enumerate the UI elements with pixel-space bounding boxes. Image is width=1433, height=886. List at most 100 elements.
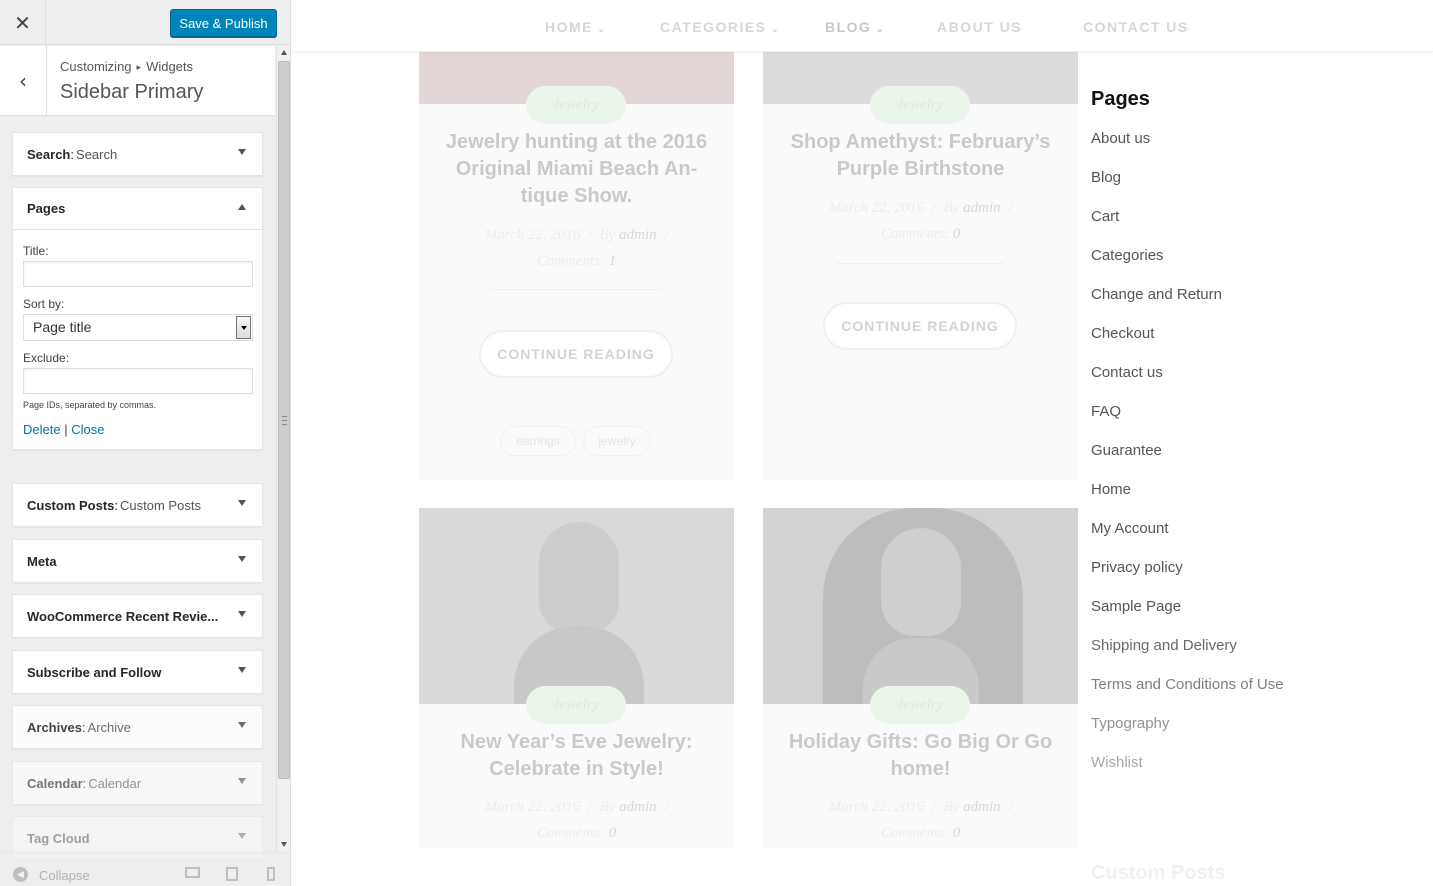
close-customizer-button[interactable]: ✕ bbox=[0, 0, 46, 45]
post-author[interactable]: admin bbox=[619, 799, 657, 815]
expand-arrow-icon[interactable] bbox=[238, 149, 246, 155]
expand-arrow-icon[interactable] bbox=[238, 722, 246, 728]
widget-archives[interactable]: Archives: Archive bbox=[12, 705, 263, 749]
page-link[interactable]: Categories bbox=[1091, 247, 1164, 264]
exclude-input[interactable] bbox=[23, 368, 253, 394]
widget-pages-header[interactable]: Pages bbox=[13, 188, 262, 230]
post-comments-count[interactable]: 0 bbox=[609, 825, 617, 841]
page-link[interactable]: Checkout bbox=[1091, 325, 1154, 342]
portrait-head bbox=[539, 522, 619, 632]
site-preview: Jewelry Jewelry hunting at the 2016 Orig… bbox=[292, 0, 1433, 886]
widget-meta-header[interactable]: Meta bbox=[13, 540, 262, 582]
panel-scrollbar[interactable] bbox=[276, 46, 290, 852]
widget-custom-posts[interactable]: Custom Posts: Custom Posts bbox=[12, 483, 263, 527]
link-separator: | bbox=[64, 422, 68, 437]
collapse-icon[interactable]: ◀ bbox=[13, 867, 28, 882]
collapse-label[interactable]: Collapse bbox=[39, 868, 90, 883]
continue-reading-button[interactable]: CONTINUE READING bbox=[823, 302, 1017, 350]
desktop-preview-icon[interactable] bbox=[185, 867, 200, 878]
page-link[interactable]: Guarantee bbox=[1091, 442, 1162, 459]
page-link[interactable]: Sample Page bbox=[1091, 598, 1181, 615]
tablet-preview-icon[interactable] bbox=[226, 867, 238, 881]
scroll-up-icon[interactable] bbox=[281, 50, 287, 55]
sort-by-select[interactable]: Page title bbox=[23, 314, 253, 341]
widget-search-header[interactable]: Search: Search bbox=[13, 133, 262, 175]
post-tag-pill[interactable]: jewelry bbox=[583, 426, 651, 456]
widget-meta[interactable]: Meta bbox=[12, 539, 263, 583]
post-date: March 22, 2016 bbox=[828, 200, 925, 216]
page-link[interactable]: Change and Return bbox=[1091, 286, 1222, 303]
nav-label: CATEGORIES bbox=[660, 19, 767, 35]
close-link[interactable]: Close bbox=[71, 422, 104, 437]
expand-arrow-icon[interactable] bbox=[238, 500, 246, 506]
page-link[interactable]: Home bbox=[1091, 481, 1131, 498]
widget-archives-header[interactable]: Archives: Archive bbox=[13, 706, 262, 748]
nav-item-categories[interactable]: CATEGORIES ⌄ bbox=[660, 19, 780, 35]
post-author[interactable]: admin bbox=[963, 200, 1001, 216]
post-title[interactable]: Jewelry hunting at the 2016 Original Mia… bbox=[434, 129, 719, 210]
nav-item-about[interactable]: ABOUT US bbox=[937, 19, 1022, 35]
post-title[interactable]: New Year’s Eve Jewelry: Celebrate in Sty… bbox=[434, 729, 719, 783]
post-title[interactable]: Shop Amethyst: February’s Purple Birthst… bbox=[778, 129, 1063, 183]
dropdown-arrow-icon[interactable] bbox=[236, 316, 251, 339]
nav-item-contact[interactable]: CONTACT US bbox=[1083, 19, 1189, 35]
nav-item-blog[interactable]: BLOG ⌄ bbox=[825, 19, 885, 35]
page-link[interactable]: Privacy policy bbox=[1091, 559, 1183, 576]
scroll-down-icon[interactable] bbox=[281, 842, 287, 847]
widget-subscribe[interactable]: Subscribe and Follow bbox=[12, 650, 263, 694]
widget-title: Archive bbox=[87, 719, 131, 735]
title-input[interactable] bbox=[23, 261, 253, 287]
save-publish-button[interactable]: Save & Publish bbox=[170, 9, 277, 37]
widget-search[interactable]: Search: Search bbox=[12, 132, 263, 176]
post-image[interactable] bbox=[419, 508, 734, 704]
post-comments-label: Comments: bbox=[880, 226, 950, 242]
widget-name: Calendar bbox=[27, 775, 83, 791]
post-author[interactable]: admin bbox=[619, 227, 657, 243]
back-button[interactable]: ‹ bbox=[0, 46, 47, 116]
page-link[interactable]: FAQ bbox=[1091, 403, 1121, 420]
chevron-down-icon: ⌄ bbox=[770, 24, 781, 35]
post-tag-pill[interactable]: earrings bbox=[500, 426, 576, 456]
widget-name: Archives bbox=[27, 719, 82, 735]
post-category-badge[interactable]: Jewelry bbox=[870, 86, 970, 124]
widget-woocommerce-reviews[interactable]: WooCommerce Recent Revie... bbox=[12, 594, 263, 638]
post-category-badge[interactable]: Jewelry bbox=[526, 86, 626, 124]
sort-by-value: Page title bbox=[33, 319, 92, 335]
page-link[interactable]: My Account bbox=[1091, 520, 1169, 537]
page-link[interactable]: Shipping and Delivery bbox=[1091, 637, 1237, 654]
expand-arrow-icon[interactable] bbox=[238, 556, 246, 562]
post-title[interactable]: Holiday Gifts: Go Big Or Go home! bbox=[778, 729, 1063, 783]
widget-title: Calendar bbox=[88, 775, 142, 791]
mobile-preview-icon[interactable] bbox=[267, 867, 275, 881]
expand-arrow-icon[interactable] bbox=[238, 611, 246, 617]
page-link[interactable]: Typography bbox=[1091, 715, 1169, 732]
page-link[interactable]: About us bbox=[1091, 130, 1150, 147]
expand-arrow-icon[interactable] bbox=[238, 833, 246, 839]
page-link[interactable]: Blog bbox=[1091, 169, 1121, 186]
page-link[interactable]: Cart bbox=[1091, 208, 1119, 225]
post-comments-count[interactable]: 0 bbox=[953, 825, 961, 841]
post-author[interactable]: admin bbox=[963, 799, 1001, 815]
collapse-arrow-icon[interactable] bbox=[238, 204, 246, 210]
delete-link[interactable]: Delete bbox=[23, 422, 61, 437]
page-link[interactable]: Terms and Conditions of Use bbox=[1091, 676, 1284, 693]
expand-arrow-icon[interactable] bbox=[238, 778, 246, 784]
post-image[interactable] bbox=[763, 508, 1078, 704]
widget-calendar[interactable]: Calendar: Calendar bbox=[12, 761, 263, 805]
expand-arrow-icon[interactable] bbox=[238, 667, 246, 673]
post-comments-count[interactable]: 0 bbox=[953, 226, 961, 242]
page-link[interactable]: Contact us bbox=[1091, 364, 1163, 381]
page-link[interactable]: Wishlist bbox=[1091, 754, 1143, 771]
scroll-thumb[interactable] bbox=[278, 61, 290, 779]
continue-reading-button[interactable]: CONTINUE READING bbox=[479, 330, 673, 378]
post-divider bbox=[836, 263, 1004, 264]
nav-item-home[interactable]: HOME ⌄ bbox=[545, 19, 607, 35]
post-divider bbox=[492, 289, 660, 290]
widget-custom-posts-header[interactable]: Custom Posts: Custom Posts bbox=[13, 484, 262, 526]
widget-calendar-header[interactable]: Calendar: Calendar bbox=[13, 762, 262, 804]
post-category-badge[interactable]: Jewelry bbox=[870, 686, 970, 724]
widget-woocommerce-header[interactable]: WooCommerce Recent Revie... bbox=[13, 595, 262, 637]
post-category-badge[interactable]: Jewelry bbox=[526, 686, 626, 724]
widget-subscribe-header[interactable]: Subscribe and Follow bbox=[13, 651, 262, 693]
post-comments-count[interactable]: 1 bbox=[609, 253, 617, 269]
